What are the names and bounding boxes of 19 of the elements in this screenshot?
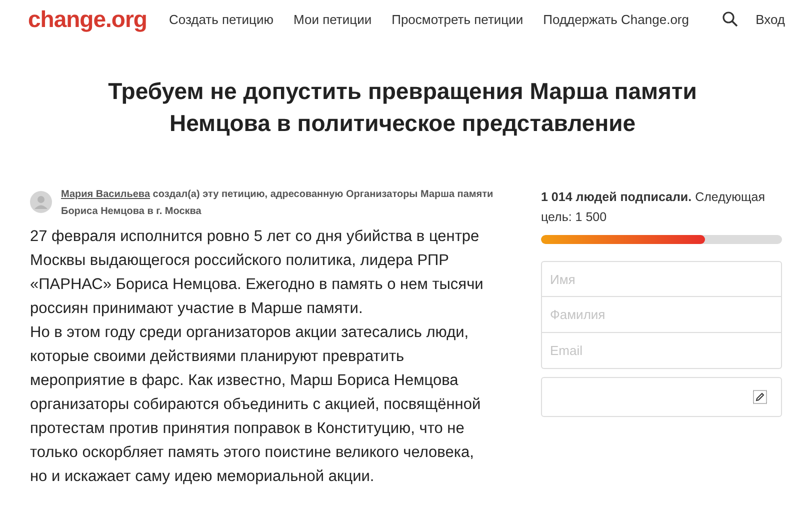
nav-link[interactable]: Создать петицию: [168, 12, 274, 26]
search-icon[interactable]: [722, 11, 738, 27]
login-link[interactable]: Вход: [756, 12, 785, 26]
comment-field[interactable]: [541, 377, 782, 417]
input-field[interactable]: Имя: [541, 261, 782, 297]
nav-link[interactable]: Мои петиции: [294, 12, 372, 26]
input-field[interactable]: Фамилия: [541, 297, 782, 333]
nav-link[interactable]: Просмотреть петиции: [392, 12, 524, 26]
pencil-icon[interactable]: [753, 390, 767, 404]
logo[interactable]: change.org: [28, 6, 147, 32]
body-paragraph: 27 февраля исполнится ровно 5 лет со дня убийства в центре Москвы выдающегося российского политика, лидера РПР «ПАРНАС» Бориса Немцова. Ежегодно в память о нем тысячи россиян принимают участие в Марше памяти.: [30, 227, 484, 319]
nav-link[interactable]: Поддержать Change.org: [543, 12, 689, 26]
creator-text: Мария Васильева создал(а) эту петицию, адресованную Организаторы Марша памяти Бориса Немцова в г. Москва: [61, 188, 494, 219]
body-paragraph: Но в этом году среди организаторов акции затесались люди, которые своими действиями планируют превратить мероприятие в фарс. Как известно, Марш Бориса Немцова организаторы собираются объединить с акцией, посвящённой протестам против принятия поправок в Конституцию, что не только оскорбляет память этого поистине великого человека, но и искажает саму идею мемориальной акции.: [30, 323, 482, 487]
signature-count: 1 014 людей подписали. Следующая цель: 1 500: [541, 189, 766, 226]
author-link[interactable]: Мария Васильева: [61, 189, 150, 200]
input-field[interactable]: Email: [541, 333, 782, 369]
avatar-icon: [30, 191, 52, 213]
petition-title: Требуем не допустить превращения Марша памяти Немцова в политическое представление: [107, 77, 698, 138]
